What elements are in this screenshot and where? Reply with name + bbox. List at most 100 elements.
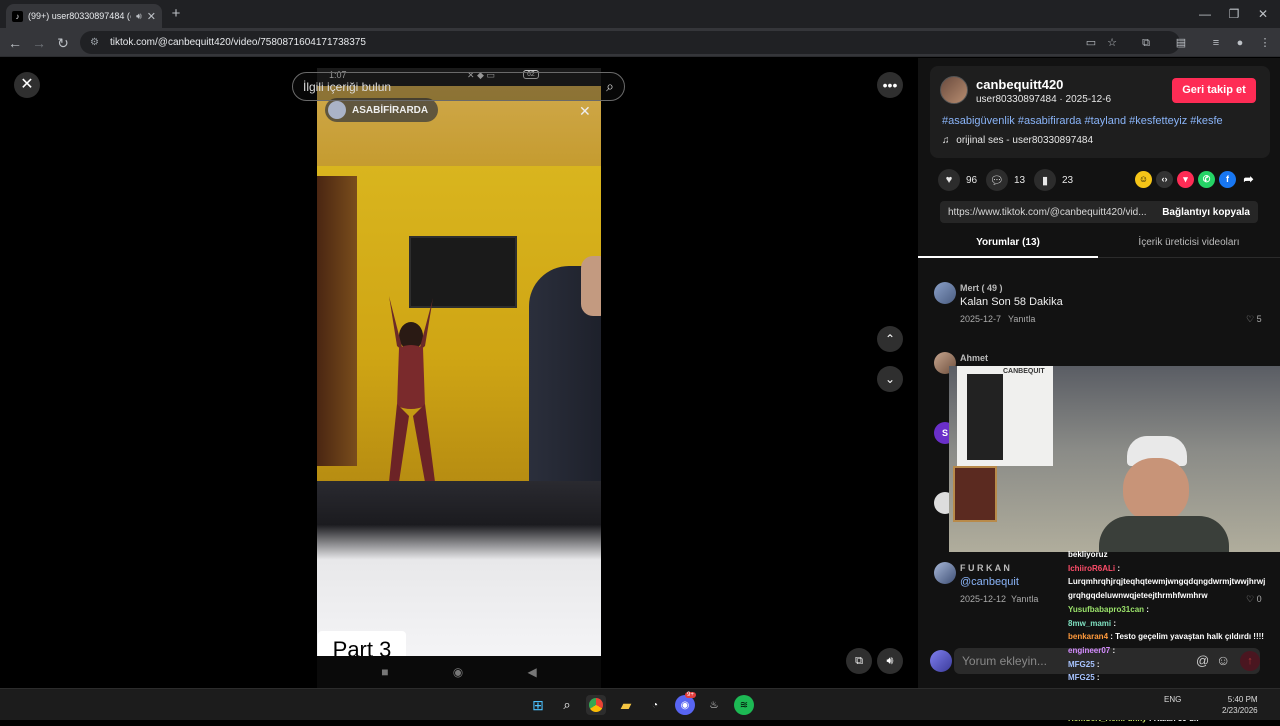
creator-overlay[interactable]: ASABİFİRARDA — [325, 98, 439, 122]
like-button[interactable]: ♥ 96 — [938, 168, 977, 192]
profile-avatar-icon[interactable]: ● — [1231, 34, 1249, 52]
creator-username[interactable]: canbequitt420 — [976, 77, 1063, 92]
copy-link-button[interactable]: Bağlantıyı kopyala — [1154, 207, 1258, 218]
recents-icon: ■ — [381, 665, 389, 679]
chat-username: engineer07 — [1068, 645, 1111, 655]
clock-date: 2/23/2026 — [1222, 706, 1258, 715]
new-tab-button[interactable]: + — [168, 5, 184, 22]
search-icon[interactable]: ⌕ — [606, 78, 614, 95]
search-icon[interactable]: ⌕ — [557, 695, 577, 715]
save-count: 23 — [1062, 174, 1074, 186]
menu-kebab-icon[interactable]: ⋮ — [1256, 34, 1274, 52]
chat-message: MFG25 : — [1068, 658, 1280, 672]
follow-back-button[interactable]: Geri takip et — [1172, 78, 1256, 103]
site-settings-icon[interactable]: ⚙ — [90, 37, 102, 49]
facebook-icon[interactable]: f — [1219, 171, 1236, 188]
whatsapp-icon[interactable]: ✆ — [1198, 171, 1215, 188]
chat-text: : — [1113, 618, 1117, 628]
video-link[interactable]: https://www.tiktok.com/@canbequitt420/vi… — [940, 207, 1154, 218]
video-frame: Part 3 — [317, 86, 601, 669]
tab-comments[interactable]: Yorumlar (13) — [918, 232, 1098, 258]
video-stage: ✕ 1:07 ✕ ◆ ▭ 62 Part 3 ASABİFİRARDA ✕ ■ … — [0, 58, 918, 688]
comment-author[interactable]: F U R K A N — [960, 563, 1010, 573]
spotify-icon[interactable]: ≋ — [734, 695, 754, 715]
chat-username: Yusufbabapro31can — [1068, 604, 1145, 614]
sound-row[interactable]: ♫ orijinal ses - user80330897484 — [942, 135, 1093, 146]
comment-date: 2025-12-7 — [960, 314, 1002, 324]
comment-like-count: 5 — [1256, 314, 1262, 324]
actions-row: ♥ 96 💬︎ 13 ▮ 23 ☺ ‹› ▾ ✆ f ➦ — [930, 168, 1270, 192]
save-button[interactable]: ▮ 23 — [1034, 168, 1073, 192]
chat-message: grqhgqdeluwnwqjeteejthrmhfwmhrw — [1068, 589, 1280, 603]
window-close-icon[interactable]: ✕ — [1248, 4, 1278, 24]
more-options-button[interactable]: ••• — [877, 72, 903, 98]
app-icon[interactable]: ◔ — [645, 695, 665, 715]
tab-close-icon[interactable]: ✕ — [147, 10, 156, 23]
like-count: 96 — [966, 174, 978, 186]
previous-video-button[interactable]: ⌃ — [877, 326, 903, 352]
chat-text: Lurqmhrqhjrqjteqhqtewmjwngqdqngdwrmjtwwj… — [1068, 577, 1266, 587]
tab-creator-videos[interactable]: İçerik üreticisi videoları — [1098, 232, 1280, 254]
comment-icon: 💬︎ — [986, 169, 1008, 191]
back-triangle-icon: ◀ — [527, 665, 537, 679]
sound-name: orijinal ses - user80330897484 — [956, 135, 1094, 146]
chat-message: bekliyoruz — [1068, 548, 1280, 562]
back-icon[interactable]: ← — [4, 32, 26, 54]
webcam-overlay: CANBEQUIT — [949, 366, 1280, 552]
tiktok-favicon-icon: ♪ — [12, 10, 23, 22]
minimize-icon[interactable]: — — [1190, 4, 1220, 24]
comment-button[interactable]: 💬︎ 13 — [986, 168, 1025, 192]
comment-author[interactable]: Mert ( 49 ) — [960, 283, 1003, 293]
start-icon[interactable]: ⊞ — [528, 695, 548, 715]
embed-icon[interactable]: ‹› — [1156, 171, 1173, 188]
next-video-button[interactable]: ⌄ — [877, 366, 903, 392]
extensions-icon[interactable]: ⧉ — [1137, 34, 1155, 52]
video-player[interactable]: 1:07 ✕ ◆ ▭ 62 Part 3 ASABİFİRARDA ✕ ■ ◉ … — [317, 68, 601, 688]
chat-text: : Testo geçelim yavaştan halk çıldırdı !… — [1110, 632, 1264, 642]
maximize-icon[interactable]: ❐ — [1219, 4, 1249, 24]
creator-handle-date: user80330897484 · 2025-12-6 — [976, 94, 1112, 105]
comment-avatar[interactable] — [934, 282, 956, 304]
chat-message: benkaran4 : Testo geçelim yavaştan halk … — [1068, 630, 1280, 644]
reading-mode-icon[interactable]: ▤ — [1172, 34, 1190, 52]
comment-text[interactable]: @canbequit — [960, 576, 1019, 588]
search-input[interactable]: İlgili içeriği bulun ⌕ — [292, 72, 625, 101]
address-bar[interactable]: ⚙ tiktok.com/@canbequitt420/video/758087… — [80, 31, 1180, 54]
volume-button[interactable]: 🔊︎ — [877, 648, 903, 674]
chat-text: : — [1096, 659, 1100, 669]
comment-text: Kalan Son 58 Dakika — [960, 296, 1063, 308]
tab-audio-icon[interactable]: 🔊︎ — [136, 11, 142, 22]
media-control-icon[interactable]: ≡ — [1207, 34, 1225, 52]
discord-icon[interactable]: ◉ — [675, 695, 695, 715]
bookmark-star-icon[interactable]: ☆ — [1103, 34, 1121, 52]
chat-username: MFG25 — [1068, 673, 1095, 683]
comment-avatar[interactable] — [934, 562, 956, 584]
creator-overlay-close-icon[interactable]: ✕ — [579, 103, 591, 120]
comment-author[interactable]: Ahmet — [960, 353, 988, 363]
chrome-icon[interactable] — [586, 695, 606, 715]
cast-icon[interactable]: ▭ — [1082, 34, 1100, 52]
doorway — [317, 176, 357, 466]
forward-icon[interactable]: → — [28, 32, 50, 54]
reply-link[interactable]: Yanıtla — [1008, 314, 1035, 324]
file-explorer-icon[interactable]: ▰ — [616, 695, 636, 715]
close-video-button[interactable]: ✕ — [14, 72, 40, 98]
avatar[interactable] — [940, 76, 968, 104]
creator-info-card: canbequitt420 user80330897484 · 2025-12-… — [930, 66, 1270, 158]
reply-link[interactable]: Yanıtla — [1011, 594, 1038, 604]
hashtags[interactable]: #asabigüvenlik #asabifirarda #tayland #k… — [942, 115, 1223, 127]
language-indicator[interactable]: ENG — [1164, 695, 1181, 704]
send-icon[interactable]: ▾ — [1177, 171, 1194, 188]
share-arrow-icon[interactable]: ➦ — [1240, 171, 1257, 188]
chat-username: 8mw_mami — [1068, 618, 1112, 628]
friends-share-icon[interactable]: ☺ — [1135, 171, 1152, 188]
browser-tab[interactable]: ♪ (99+) user80330897484 (@ 🔊︎ ✕ — [6, 4, 162, 28]
foreground-head — [581, 256, 601, 316]
comment-like-button[interactable]: ♡ 5 — [1246, 314, 1262, 325]
phone-nav-bar: ■ ◉ ◀ — [317, 656, 601, 688]
floating-player-button[interactable]: ⧉ — [846, 648, 872, 674]
system-clock[interactable]: 5:40 PM 2/23/2026 — [1222, 694, 1258, 716]
reload-icon[interactable]: ↻ — [52, 32, 74, 54]
steam-icon[interactable]: ♨ — [704, 695, 724, 715]
search-placeholder: İlgili içeriği bulun — [303, 79, 392, 94]
